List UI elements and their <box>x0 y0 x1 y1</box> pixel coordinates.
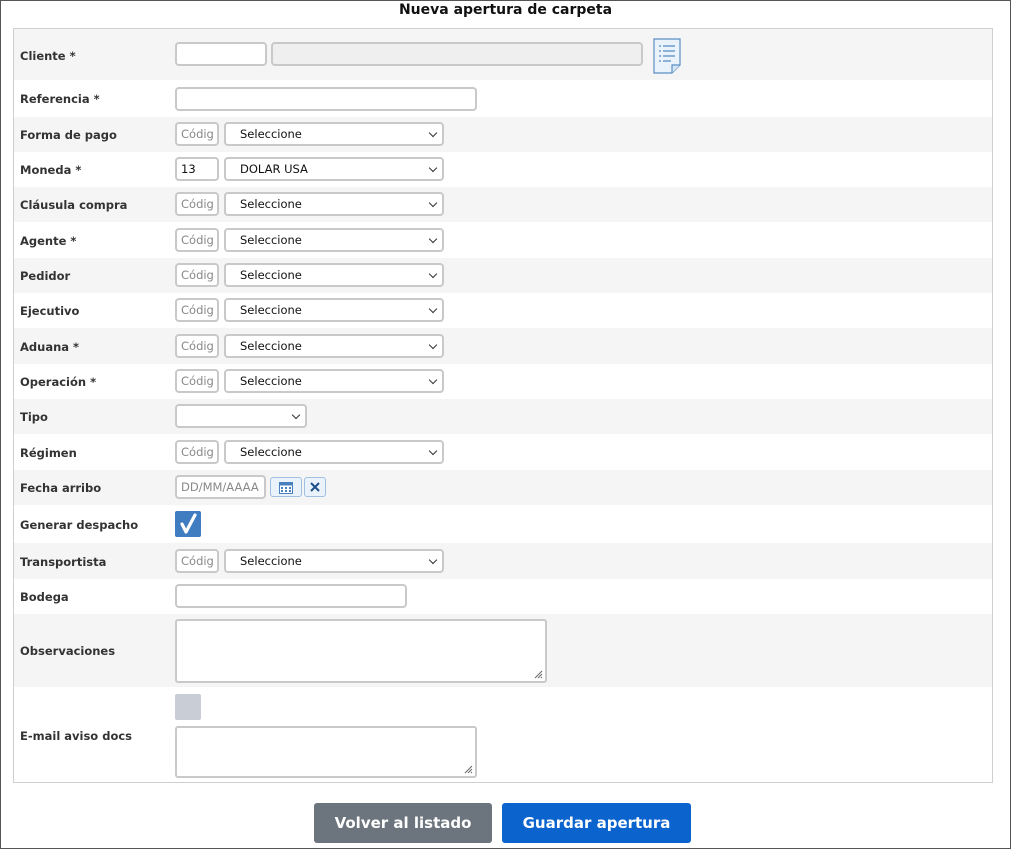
form-panel: Cliente * Referencia * Forma de pago Cód… <box>13 28 993 783</box>
label-regimen: Régimen <box>20 446 77 460</box>
row-referencia: Referencia * <box>14 80 992 117</box>
row-transportista: Transportista Códig Seleccione <box>14 543 992 579</box>
chevron-down-icon <box>428 555 438 565</box>
back-to-list-button[interactable]: Volver al listado <box>314 803 492 843</box>
moneda-select[interactable]: DOLAR USA <box>224 157 444 181</box>
email-aviso-textarea[interactable] <box>175 726 477 778</box>
row-bodega: Bodega <box>14 579 992 614</box>
row-ejecutivo: Ejecutivo Códig Seleccione <box>14 293 992 328</box>
document-list-icon[interactable] <box>653 38 681 74</box>
referencia-input[interactable] <box>175 87 477 111</box>
generar-despacho-checkbox[interactable] <box>175 511 201 537</box>
label-pedidor: Pedidor <box>20 269 71 283</box>
calendar-icon[interactable] <box>270 477 302 497</box>
label-bodega: Bodega <box>20 590 69 604</box>
resize-grip-icon[interactable] <box>463 764 473 774</box>
chevron-down-icon <box>428 198 438 208</box>
label-generar-despacho: Generar despacho <box>20 518 139 532</box>
label-email-aviso: E-mail aviso docs <box>20 729 133 743</box>
pedidor-select[interactable]: Seleccione <box>224 263 444 287</box>
label-forma-pago: Forma de pago <box>20 128 117 142</box>
forma-pago-select[interactable]: Seleccione <box>224 122 444 146</box>
resize-grip-icon[interactable] <box>533 669 543 679</box>
label-operacion: Operación * <box>20 375 97 389</box>
save-opening-button[interactable]: Guardar apertura <box>502 803 691 843</box>
close-icon[interactable] <box>304 477 326 497</box>
label-aduana: Aduana * <box>20 340 80 354</box>
form-window: Nueva apertura de carpeta Cliente * Refe… <box>0 0 1011 849</box>
row-fecha-arribo: Fecha arribo DD/MM/AAAA <box>14 470 992 505</box>
row-agente: Agente * Códig Seleccione <box>14 222 992 258</box>
label-agente: Agente * <box>20 234 77 248</box>
clausula-select-value: Seleccione <box>240 197 302 211</box>
label-clausula: Cláusula compra <box>20 198 128 212</box>
aduana-code-input[interactable]: Códig <box>175 334 219 358</box>
row-email-aviso: E-mail aviso docs <box>14 687 992 782</box>
chevron-down-icon <box>428 340 438 350</box>
aduana-select-value: Seleccione <box>240 339 302 353</box>
ejecutivo-select-value: Seleccione <box>240 303 302 317</box>
clausula-code-input[interactable]: Códig <box>175 192 219 216</box>
page-title: Nueva apertura de carpeta <box>398 2 613 18</box>
operacion-select[interactable]: Seleccione <box>224 369 444 393</box>
row-clausula: Cláusula compra Códig Seleccione <box>14 187 992 222</box>
chevron-down-icon <box>428 234 438 244</box>
chevron-down-icon <box>428 304 438 314</box>
tipo-select[interactable] <box>175 404 307 428</box>
agente-select[interactable]: Seleccione <box>224 228 444 252</box>
cliente-code-input[interactable] <box>175 42 267 66</box>
bodega-input[interactable] <box>175 584 407 608</box>
regimen-select-value: Seleccione <box>240 445 302 459</box>
moneda-code-input[interactable]: 13 <box>175 157 219 181</box>
regimen-select[interactable]: Seleccione <box>224 440 444 464</box>
chevron-down-icon <box>428 375 438 385</box>
pedidor-code-input[interactable]: Códig <box>175 263 219 287</box>
observaciones-textarea[interactable] <box>175 619 547 683</box>
fecha-arribo-input[interactable]: DD/MM/AAAA <box>175 475 266 499</box>
row-operacion: Operación * Códig Seleccione <box>14 364 992 399</box>
regimen-code-input[interactable]: Códig <box>175 440 219 464</box>
row-tipo: Tipo <box>14 399 992 434</box>
pedidor-select-value: Seleccione <box>240 268 302 282</box>
chevron-down-icon <box>428 269 438 279</box>
transportista-code-input[interactable]: Códig <box>175 549 219 573</box>
label-ejecutivo: Ejecutivo <box>20 304 80 318</box>
label-tipo: Tipo <box>20 410 48 424</box>
row-regimen: Régimen Códig Seleccione <box>14 434 992 470</box>
transportista-select[interactable]: Seleccione <box>224 549 444 573</box>
label-referencia: Referencia * <box>20 92 100 106</box>
agente-select-value: Seleccione <box>240 233 302 247</box>
row-cliente: Cliente * <box>14 29 992 80</box>
moneda-select-value: DOLAR USA <box>240 162 308 176</box>
row-forma-pago: Forma de pago Códig Seleccione <box>14 117 992 152</box>
clausula-select[interactable]: Seleccione <box>224 192 444 216</box>
forma-pago-select-value: Seleccione <box>240 127 302 141</box>
row-pedidor: Pedidor Códig Seleccione <box>14 258 992 293</box>
row-generar-despacho: Generar despacho <box>14 505 992 543</box>
label-transportista: Transportista <box>20 555 107 569</box>
transportista-select-value: Seleccione <box>240 554 302 568</box>
label-fecha-arribo: Fecha arribo <box>20 481 102 495</box>
email-aviso-checkbox[interactable] <box>175 694 201 720</box>
row-aduana: Aduana * Códig Seleccione <box>14 328 992 364</box>
forma-pago-code-input[interactable]: Códig <box>175 122 219 146</box>
label-cliente: Cliente * <box>20 49 76 63</box>
chevron-down-icon <box>428 446 438 456</box>
operacion-select-value: Seleccione <box>240 374 302 388</box>
row-observaciones: Observaciones <box>14 614 992 687</box>
ejecutivo-code-input[interactable]: Códig <box>175 298 219 322</box>
ejecutivo-select[interactable]: Seleccione <box>224 298 444 322</box>
chevron-down-icon <box>291 410 301 420</box>
aduana-select[interactable]: Seleccione <box>224 334 444 358</box>
row-moneda: Moneda * 13 DOLAR USA <box>14 152 992 187</box>
chevron-down-icon <box>428 128 438 138</box>
label-observaciones: Observaciones <box>20 644 116 658</box>
operacion-code-input[interactable]: Códig <box>175 369 219 393</box>
chevron-down-icon <box>428 163 438 173</box>
cliente-name-input <box>271 42 643 66</box>
label-moneda: Moneda * <box>20 163 82 177</box>
agente-code-input[interactable]: Códig <box>175 228 219 252</box>
